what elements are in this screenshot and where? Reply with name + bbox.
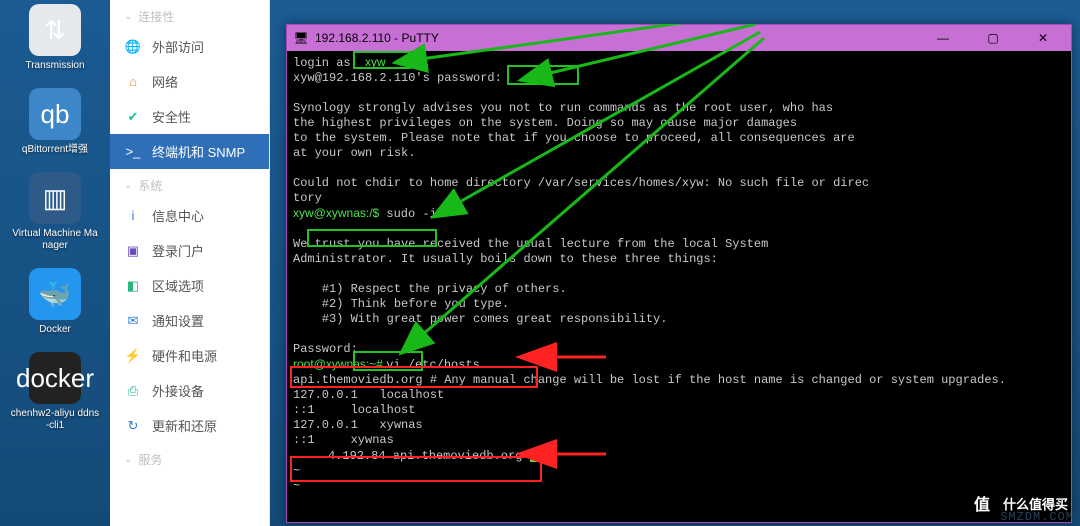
sidebar-group-label: 系统 xyxy=(138,177,162,194)
terminal-snmp-icon: >_ xyxy=(124,143,142,161)
security-icon: ✔ xyxy=(124,108,142,126)
minimize-button[interactable]: — xyxy=(921,25,965,51)
sidebar-item-label: 网络 xyxy=(152,72,178,91)
vmm-icon: ▥ xyxy=(29,172,81,224)
desktop-icon-docker[interactable]: 🐳 Docker xyxy=(10,268,100,336)
sidebar-item-label: 终端机和 SNMP xyxy=(152,142,245,161)
docker2-icon: docker xyxy=(29,352,81,404)
desktop-label: Transmission xyxy=(25,60,84,72)
transmission-icon: ⇅ xyxy=(29,4,81,56)
sidebar-item-login-portal[interactable]: ▣ 登录门户 xyxy=(110,233,269,268)
sidebar-item-security[interactable]: ✔ 安全性 xyxy=(110,99,269,134)
external-devices-icon: ⎙ xyxy=(124,382,142,400)
sidebar-item-label: 信息中心 xyxy=(152,206,204,225)
sidebar-item-label: 通知设置 xyxy=(152,311,204,330)
close-button[interactable]: ✕ xyxy=(1021,25,1065,51)
putty-window: 🖥 192.168.2.110 - PuTTY — ▢ ✕ login as: … xyxy=(286,24,1072,523)
chevron-down-icon: ⌄ xyxy=(124,454,132,465)
highlight-box xyxy=(290,366,538,388)
docker-icon: 🐳 xyxy=(29,268,81,320)
network-icon: ⌂ xyxy=(124,73,142,91)
desktop-icon-docker2[interactable]: docker chenhw2-aliyu ddns-cli1 xyxy=(10,352,100,432)
desktop-icon-qbittorrent[interactable]: qb qBittorrent增强 xyxy=(10,88,100,156)
terminal-output[interactable]: login as: xyw xyw@192.168.2.110's passwo… xyxy=(287,51,1071,522)
sidebar-item-region[interactable]: ◧ 区域选项 xyxy=(110,268,269,303)
sidebar-item-hardware-power[interactable]: ⚡ 硬件和电源 xyxy=(110,338,269,373)
sidebar-item-terminal-snmp[interactable]: >_ 终端机和 SNMP xyxy=(110,134,269,169)
info-center-icon: i xyxy=(124,207,142,225)
sidebar-item-external-devices[interactable]: ⎙ 外接设备 xyxy=(110,373,269,408)
hardware-power-icon: ⚡ xyxy=(124,347,142,365)
sidebar-item-label: 更新和还原 xyxy=(152,416,217,435)
region-icon: ◧ xyxy=(124,277,142,295)
desktop-icon-transmission[interactable]: ⇅ Transmission xyxy=(10,4,100,72)
external-access-icon: 🌐 xyxy=(124,38,142,56)
sidebar-group[interactable]: ⌄ 连接性 xyxy=(110,0,269,29)
desktop-icon-vmm[interactable]: ▥ Virtual Machine Manager xyxy=(10,172,100,252)
notification-icon: ✉ xyxy=(124,312,142,330)
sidebar-group-label: 服务 xyxy=(138,451,162,468)
sidebar-item-update-restore[interactable]: ↻ 更新和还原 xyxy=(110,408,269,443)
highlight-box xyxy=(290,456,542,482)
qbittorrent-icon: qb xyxy=(29,88,81,140)
desktop-label: qBittorrent增强 xyxy=(22,144,88,156)
sidebar-group[interactable]: ⌄ 系统 xyxy=(110,169,269,198)
desktop-label: chenhw2-aliyu ddns-cli1 xyxy=(10,408,100,432)
sidebar-item-network[interactable]: ⌂ 网络 xyxy=(110,64,269,99)
sidebar-group-label: 连接性 xyxy=(138,8,174,25)
watermark-icon: 值 xyxy=(967,488,997,518)
login-portal-icon: ▣ xyxy=(124,242,142,260)
maximize-button[interactable]: ▢ xyxy=(971,25,1015,51)
highlight-box xyxy=(307,229,437,247)
desktop-label: Virtual Machine Manager xyxy=(10,228,100,252)
desktop-label: Docker xyxy=(39,324,71,336)
update-restore-icon: ↻ xyxy=(124,417,142,435)
sidebar-item-label: 外部访问 xyxy=(152,37,204,56)
highlight-box xyxy=(507,65,579,85)
putty-icon: 🖥 xyxy=(293,30,309,46)
sidebar-item-info-center[interactable]: i 信息中心 xyxy=(110,198,269,233)
highlight-box xyxy=(353,51,411,69)
sidebar-item-label: 区域选项 xyxy=(152,276,204,295)
watermark-sub: SMZDM.COM xyxy=(1000,510,1074,524)
sidebar-item-label: 登录门户 xyxy=(152,241,204,260)
putty-titlebar[interactable]: 🖥 192.168.2.110 - PuTTY — ▢ ✕ xyxy=(287,25,1071,51)
chevron-down-icon: ⌄ xyxy=(124,180,132,191)
chevron-down-icon: ⌄ xyxy=(124,11,132,22)
sidebar-item-label: 安全性 xyxy=(152,107,191,126)
sidebar-item-external-access[interactable]: 🌐 外部访问 xyxy=(110,29,269,64)
putty-title: 192.168.2.110 - PuTTY xyxy=(315,31,915,45)
sidebar-item-label: 硬件和电源 xyxy=(152,346,217,365)
sidebar-item-label: 外接设备 xyxy=(152,381,204,400)
sidebar-group[interactable]: ⌄ 服务 xyxy=(110,443,269,472)
sidebar-item-notification[interactable]: ✉ 通知设置 xyxy=(110,303,269,338)
